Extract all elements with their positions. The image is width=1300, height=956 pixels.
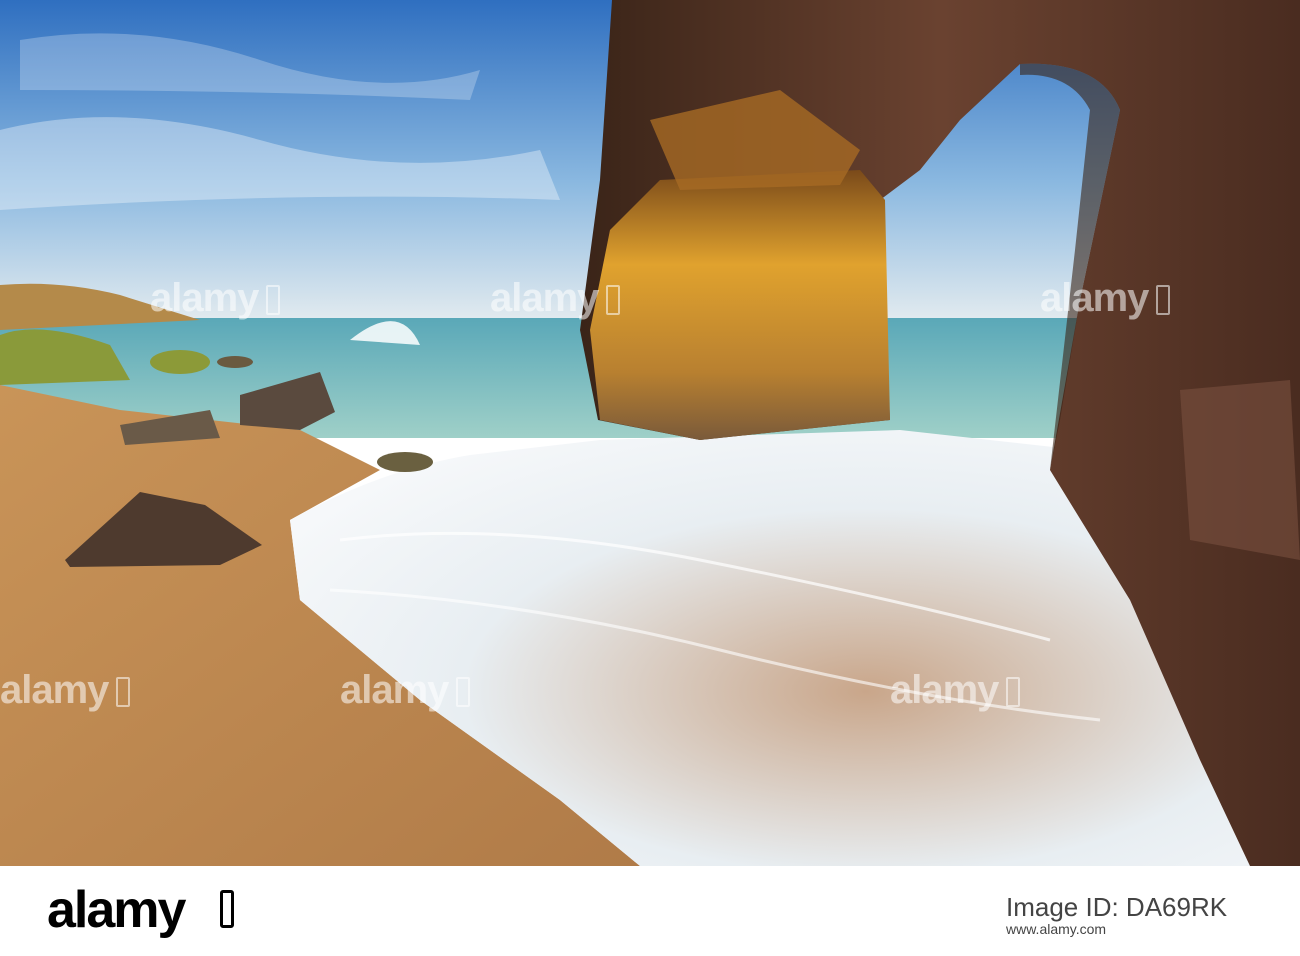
alamy-logo-mark-icon — [220, 890, 234, 928]
image-id-label: Image ID: DA69RK — [1006, 892, 1228, 922]
alamy-url: www.alamy.com — [1006, 921, 1107, 937]
footer-bar: alamy Image ID: DA69RK www.alamy.com — [0, 866, 1300, 956]
photo — [0, 0, 1300, 866]
coastal-arch-scene — [0, 0, 1300, 866]
alamy-logo: alamy — [47, 881, 186, 939]
